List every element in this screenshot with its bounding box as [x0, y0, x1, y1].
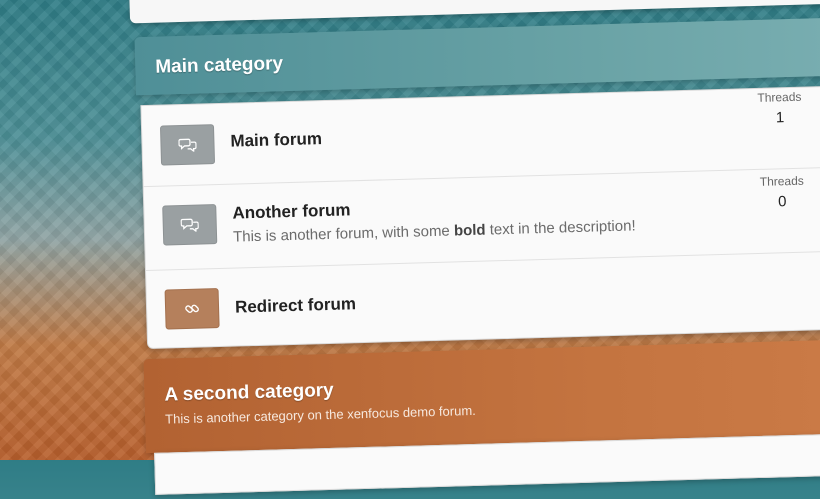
chat-bubbles-icon [159, 124, 216, 166]
threads-label: Threads [757, 89, 802, 105]
category-title[interactable]: A second category [164, 380, 334, 407]
chat-bubbles-icon [162, 204, 218, 246]
forum-scene: Main category Main forum Threads 1 Anoth… [0, 0, 820, 495]
forum-title[interactable]: Another forum [232, 200, 351, 223]
desc-text: text in the description! [485, 217, 636, 239]
previous-panel [128, 0, 820, 24]
threads-stat: Threads 1 [749, 89, 810, 127]
threads-label: Threads [759, 173, 804, 189]
threads-count: 0 [777, 193, 787, 211]
desc-bold-text: bold [453, 221, 486, 240]
threads-stat: Threads 0 [752, 173, 813, 211]
link-icon [164, 288, 220, 330]
forum-title[interactable]: Main forum [230, 129, 322, 152]
threads-count: 1 [775, 109, 785, 127]
category-header-second[interactable]: A second category This is another catego… [143, 337, 820, 454]
forum-list-main: Main forum Threads 1 Another forum This … [140, 83, 820, 350]
desc-text: This is another forum, with some [232, 222, 455, 246]
forum-title[interactable]: Redirect forum [235, 294, 356, 317]
category-description: This is another category on the xenfocus… [164, 402, 476, 427]
category-header-main[interactable]: Main category [134, 16, 820, 96]
category-title[interactable]: Main category [155, 53, 283, 79]
